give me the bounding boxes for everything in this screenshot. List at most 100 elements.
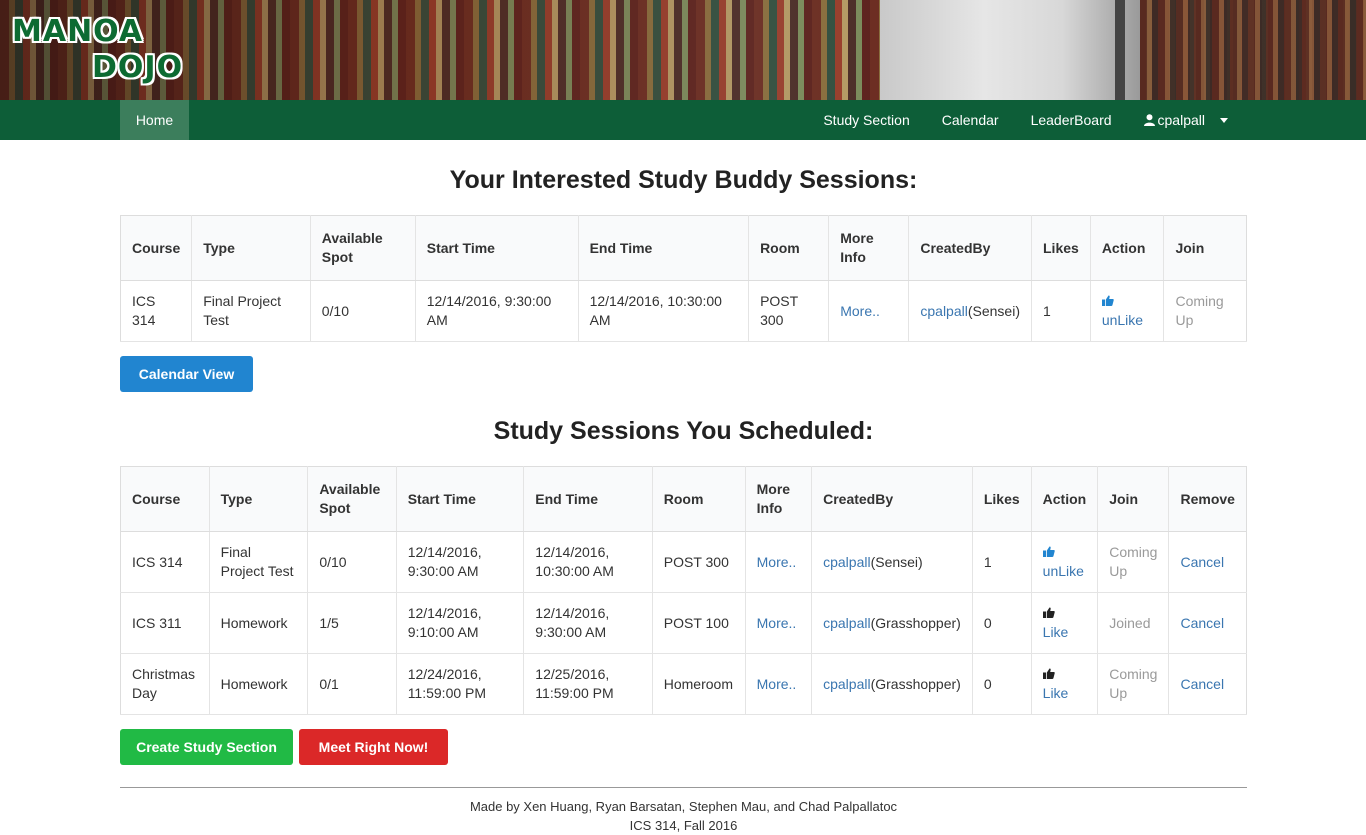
- nav-right-menu: Study Section Calendar LeaderBoard cpalp…: [807, 100, 1246, 140]
- cell-end: 12/14/2016, 10:30:00 AM: [578, 280, 750, 342]
- creator-link[interactable]: cpalpall: [823, 615, 870, 631]
- cell-remove: Cancel: [1168, 531, 1247, 593]
- more-info-link[interactable]: More..: [840, 303, 880, 319]
- col-end-time: End Time: [523, 466, 653, 532]
- cell-more-info: More..: [828, 280, 910, 342]
- banner-shelf-right: [1140, 0, 1366, 100]
- cell-type: Final Project Test: [191, 280, 311, 342]
- user-menu-dropdown[interactable]: cpalpall: [1128, 112, 1246, 128]
- footer: Made by Xen Huang, Ryan Barsatan, Stephe…: [120, 797, 1247, 835]
- creator-rank: (Grasshopper): [870, 675, 961, 692]
- cell-room: POST 100: [652, 592, 746, 654]
- cell-start: 12/14/2016, 9:10:00 AM: [396, 592, 525, 654]
- meet-right-now-button[interactable]: Meet Right Now!: [299, 729, 448, 765]
- cell-created-by: cpalpall(Sensei): [811, 531, 973, 593]
- creator-link[interactable]: cpalpall: [823, 676, 870, 692]
- thumbs-up-icon[interactable]: [1042, 604, 1087, 623]
- more-info-link[interactable]: More..: [757, 615, 797, 631]
- cell-course: Christmas Day: [120, 653, 210, 715]
- table-row: Christmas Day Homework 0/1 12/24/2016, 1…: [120, 653, 1247, 715]
- col-more-info: More Info: [828, 215, 910, 281]
- interested-header-row: Course Type Available Spot Start Time En…: [120, 215, 1247, 281]
- thumbs-up-icon[interactable]: [1042, 543, 1087, 562]
- cell-spot: 0/1: [307, 653, 397, 715]
- col-course: Course: [120, 466, 210, 532]
- cell-end: 12/25/2016, 11:59:00 PM: [523, 653, 653, 715]
- cell-join-status: Coming Up: [1097, 531, 1170, 593]
- cell-created-by: cpalpall(Sensei): [908, 280, 1032, 342]
- nav-leaderboard[interactable]: LeaderBoard: [1015, 112, 1128, 128]
- user-icon: [1143, 114, 1155, 126]
- cell-room: POST 300: [748, 280, 830, 342]
- cell-likes: 0: [972, 592, 1032, 654]
- user-name: cpalpall: [1157, 112, 1205, 128]
- col-course: Course: [120, 215, 193, 281]
- col-type: Type: [209, 466, 309, 532]
- cell-course: ICS 311: [120, 592, 210, 654]
- scheduled-table-wrap: Course Type Available Spot Start Time En…: [120, 466, 1247, 715]
- col-available-spot: Available Spot: [307, 466, 397, 532]
- create-study-section-button[interactable]: Create Study Section: [120, 729, 293, 765]
- table-row: ICS 311 Homework 1/5 12/14/2016, 9:10:00…: [120, 592, 1247, 654]
- footer-divider: [120, 787, 1247, 788]
- cell-spot: 0/10: [307, 531, 397, 593]
- site-logo[interactable]: MANOA DOJO: [12, 14, 184, 88]
- more-info-link[interactable]: More..: [757, 554, 797, 570]
- nav-calendar[interactable]: Calendar: [926, 112, 1015, 128]
- cell-action: unLike: [1090, 280, 1165, 342]
- cell-join-status: Coming Up: [1163, 280, 1247, 342]
- cell-join-status: Coming Up: [1097, 653, 1170, 715]
- cell-type: Homework: [209, 653, 309, 715]
- cell-more-info: More..: [745, 653, 813, 715]
- calendar-view-button[interactable]: Calendar View: [120, 356, 253, 392]
- scheduled-title: Study Sessions You Scheduled:: [493, 417, 874, 445]
- banner-aisle: [880, 0, 1140, 100]
- cell-room: POST 300: [652, 531, 746, 593]
- thumbs-up-icon[interactable]: [1042, 665, 1087, 684]
- like-button[interactable]: Like: [1043, 685, 1069, 701]
- col-remove: Remove: [1168, 466, 1247, 532]
- creator-rank: (Sensei): [870, 553, 923, 570]
- col-created-by: CreatedBy: [811, 466, 973, 532]
- chevron-down-icon: [1220, 117, 1228, 123]
- col-likes: Likes: [972, 466, 1032, 532]
- banner-shelf-post: [1115, 0, 1125, 100]
- thumbs-up-icon[interactable]: [1101, 292, 1153, 311]
- cell-start: 12/14/2016, 9:30:00 AM: [396, 531, 525, 593]
- nav-home[interactable]: Home: [120, 100, 189, 140]
- col-room: Room: [652, 466, 746, 532]
- cell-likes: 0: [972, 653, 1032, 715]
- interested-title: Your Interested Study Buddy Sessions:: [449, 166, 918, 194]
- table-row: ICS 314 Final Project Test 0/10 12/14/20…: [120, 280, 1247, 342]
- creator-rank: (Grasshopper): [870, 614, 961, 631]
- cell-more-info: More..: [745, 592, 813, 654]
- cancel-link[interactable]: Cancel: [1180, 615, 1224, 631]
- col-join: Join: [1097, 466, 1170, 532]
- cancel-link[interactable]: Cancel: [1180, 554, 1224, 570]
- header-banner: MANOA DOJO: [0, 0, 1366, 100]
- creator-link[interactable]: cpalpall: [920, 303, 967, 319]
- unlike-button[interactable]: unLike: [1102, 312, 1143, 328]
- interested-table-wrap: Course Type Available Spot Start Time En…: [120, 215, 1247, 342]
- cell-course: ICS 314: [120, 531, 210, 593]
- cell-end: 12/14/2016, 10:30:00 AM: [523, 531, 653, 593]
- cell-end: 12/14/2016, 9:30:00 AM: [523, 592, 653, 654]
- creator-link[interactable]: cpalpall: [823, 554, 870, 570]
- cell-remove: Cancel: [1168, 653, 1247, 715]
- col-start-time: Start Time: [415, 215, 579, 281]
- cell-room: Homeroom: [652, 653, 746, 715]
- nav-study-section[interactable]: Study Section: [807, 112, 925, 128]
- cancel-link[interactable]: Cancel: [1180, 676, 1224, 692]
- col-created-by: CreatedBy: [908, 215, 1032, 281]
- cell-course: ICS 314: [120, 280, 193, 342]
- top-navbar: Home Study Section Calendar LeaderBoard …: [0, 100, 1366, 140]
- more-info-link[interactable]: More..: [757, 676, 797, 692]
- footer-credits: Made by Xen Huang, Ryan Barsatan, Stephe…: [469, 799, 898, 814]
- like-button[interactable]: Like: [1043, 624, 1069, 640]
- col-start-time: Start Time: [396, 466, 525, 532]
- cell-start: 12/24/2016, 11:59:00 PM: [396, 653, 525, 715]
- unlike-button[interactable]: unLike: [1043, 563, 1084, 579]
- scheduled-table: Course Type Available Spot Start Time En…: [120, 466, 1247, 715]
- creator-rank: (Sensei): [967, 302, 1020, 319]
- logo-line2: DOJO: [92, 50, 184, 85]
